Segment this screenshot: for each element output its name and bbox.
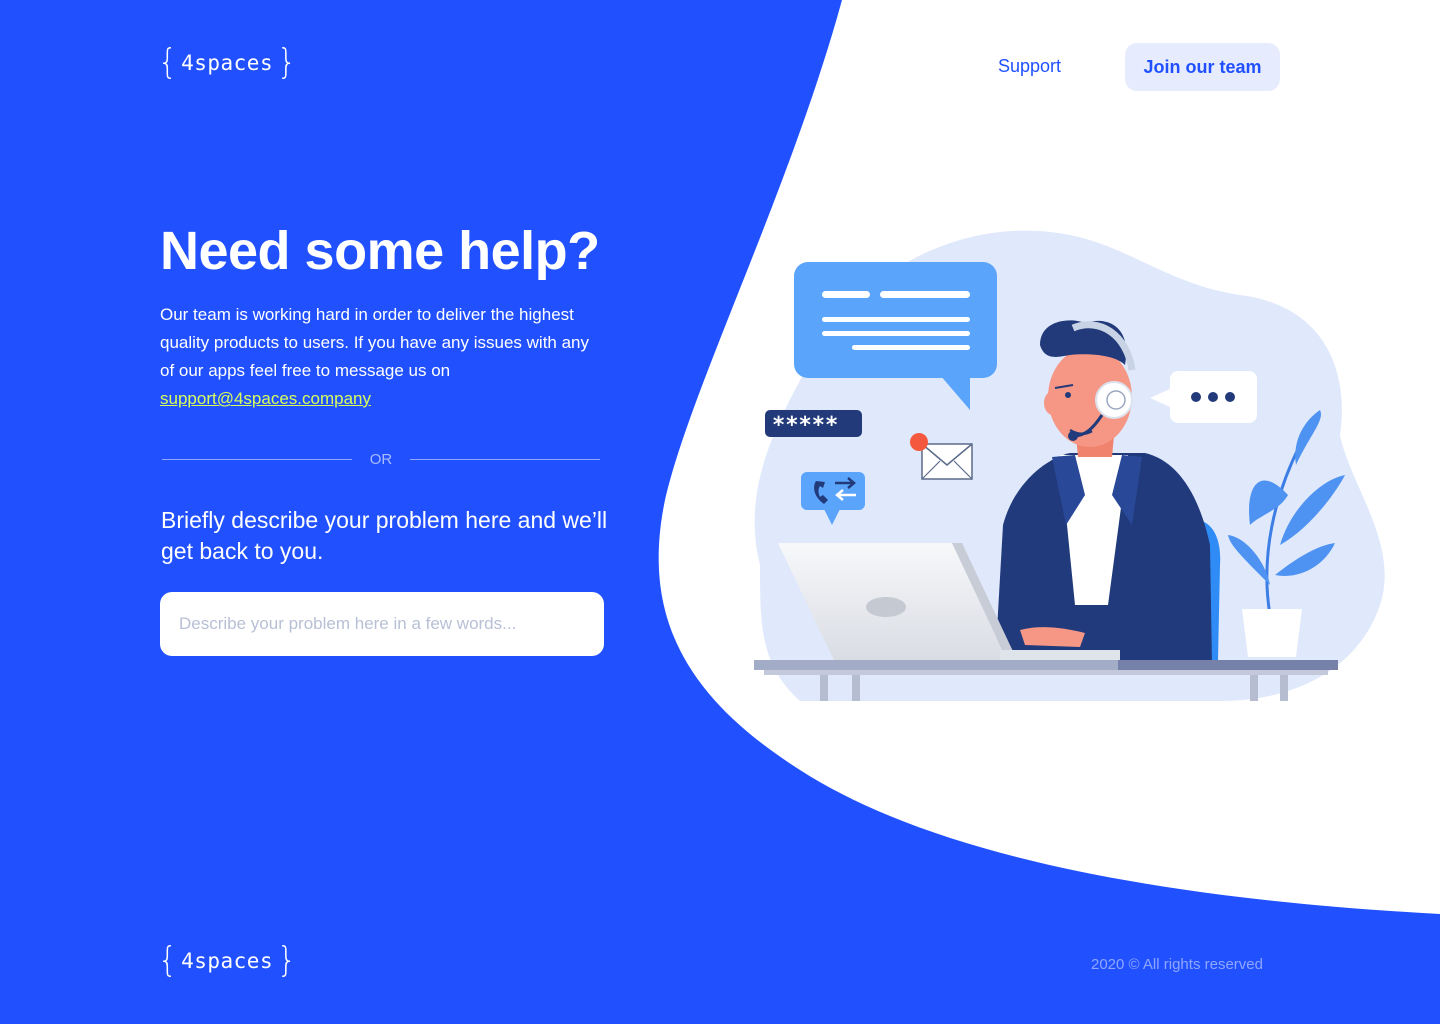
copyright-text: 2020 © All rights reserved xyxy=(1091,956,1263,973)
open-brace-icon: { xyxy=(158,42,178,83)
support-email-link[interactable]: support@4spaces.company xyxy=(160,389,371,408)
divider-line-left xyxy=(162,459,352,460)
support-agent-illustration: ***** xyxy=(754,230,1385,701)
form-subheading: Briefly describe your problem here and w… xyxy=(161,507,608,564)
close-brace-icon: } xyxy=(277,940,297,981)
footer-brand-logo[interactable]: { 4spaces } xyxy=(158,940,297,981)
problem-description-input[interactable] xyxy=(160,592,604,656)
support-link[interactable]: Support xyxy=(998,56,1061,77)
divider-line-right xyxy=(410,459,600,460)
or-divider: OR xyxy=(162,449,600,471)
join-our-team-button[interactable]: Join our team xyxy=(1125,43,1280,91)
password-badge-icon: ***** xyxy=(765,410,862,438)
close-brace-icon: } xyxy=(277,42,297,83)
password-mask-text: ***** xyxy=(772,413,838,438)
brand-name: 4spaces xyxy=(181,51,274,75)
open-brace-icon: { xyxy=(158,940,178,981)
intro-body: Our team is working hard in order to del… xyxy=(160,305,590,380)
intro-text: Our team is working hard in order to del… xyxy=(160,301,590,413)
divider-label: OR xyxy=(369,451,393,468)
page-title: Need some help? xyxy=(160,221,600,281)
brand-logo[interactable]: { 4spaces } xyxy=(158,42,297,83)
footer-brand-name: 4spaces xyxy=(181,949,274,973)
